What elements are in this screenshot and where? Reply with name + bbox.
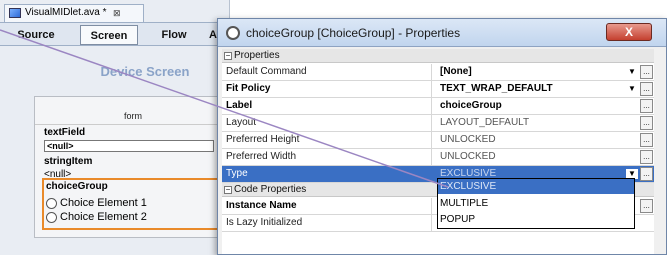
dialog-titlebar[interactable]: choiceGroup [ChoiceGroup] - Properties X <box>218 19 666 47</box>
choice-element-1[interactable]: Choice Element 1 <box>60 197 147 209</box>
property-value[interactable]: LAYOUT_DEFAULT <box>438 115 638 131</box>
property-name: Preferred Width <box>224 149 432 165</box>
property-name: Label <box>224 98 432 114</box>
chevron-down-icon[interactable]: ▼ <box>628 84 636 94</box>
dropdown-option-exclusive[interactable]: EXCLUSIVE <box>438 179 634 194</box>
property-row[interactable]: Layout LAYOUT_DEFAULT ... <box>222 115 654 132</box>
ellipsis-button[interactable]: ... <box>640 199 653 213</box>
property-value[interactable]: [None] <box>438 64 638 80</box>
document-tab[interactable]: VisualMIDlet.ava * ⊠ <box>4 4 144 22</box>
property-value[interactable]: UNLOCKED <box>438 149 638 165</box>
collapse-icon[interactable]: − <box>224 52 232 60</box>
ellipsis-button[interactable]: ... <box>640 65 653 79</box>
dropdown-option-popup[interactable]: POPUP <box>438 212 634 227</box>
property-name: Layout <box>224 115 432 131</box>
ellipsis-button[interactable]: ... <box>640 99 653 113</box>
text-field-label[interactable]: textField <box>44 127 85 138</box>
chevron-down-icon[interactable]: ▼ <box>628 67 636 77</box>
property-row[interactable]: Default Command [None] ▼ ... <box>222 64 654 81</box>
choice-group-icon <box>226 26 240 40</box>
screenshot-root: VisualMIDlet.ava * ⊠ Source Screen Flow … <box>0 0 667 255</box>
document-tab-title: VisualMIDlet.ava * <box>25 7 107 18</box>
string-item-label[interactable]: stringItem <box>44 156 92 167</box>
choice-group-label[interactable]: choiceGroup <box>46 181 108 192</box>
ellipsis-button[interactable]: ... <box>640 116 653 130</box>
form-header: form <box>35 111 231 125</box>
property-row[interactable]: Preferred Width UNLOCKED ... <box>222 149 654 166</box>
property-name: Fit Policy <box>224 81 432 97</box>
properties-section[interactable]: − Properties <box>222 49 654 63</box>
property-value[interactable]: TEXT_WRAP_DEFAULT <box>438 81 638 97</box>
tab-flow[interactable]: Flow <box>150 25 198 45</box>
property-name: Default Command <box>224 64 432 80</box>
radio-icon[interactable] <box>46 212 57 223</box>
collapse-icon[interactable]: − <box>224 186 232 194</box>
dropdown-option-multiple[interactable]: MULTIPLE <box>438 196 634 211</box>
ellipsis-button[interactable]: ... <box>640 150 653 164</box>
visual-editor: VisualMIDlet.ava * ⊠ Source Screen Flow … <box>0 0 231 255</box>
type-dropdown-list[interactable]: EXCLUSIVE MULTIPLE POPUP <box>437 178 635 229</box>
choice-element-2[interactable]: Choice Element 2 <box>60 211 147 223</box>
text-field-value[interactable]: <null> <box>44 140 214 152</box>
ellipsis-button[interactable]: ... <box>640 82 653 96</box>
editor-tab-bar: Source Screen Flow A <box>0 22 230 46</box>
property-row[interactable]: Preferred Height UNLOCKED ... <box>222 132 654 149</box>
code-properties-label: Code Properties <box>234 184 307 195</box>
property-row[interactable]: Label choiceGroup ... <box>222 98 654 115</box>
radio-icon[interactable] <box>46 198 57 209</box>
midlet-file-icon <box>9 8 21 18</box>
ellipsis-button[interactable]: ... <box>640 167 653 181</box>
property-name: Preferred Height <box>224 132 432 148</box>
property-value[interactable]: choiceGroup <box>438 98 638 114</box>
property-name: Instance Name <box>224 198 432 214</box>
tab-source[interactable]: Source <box>6 25 66 45</box>
tab-screen[interactable]: Screen <box>80 25 138 45</box>
property-value[interactable]: UNLOCKED <box>438 132 638 148</box>
dialog-title: choiceGroup [ChoiceGroup] - Properties <box>246 26 461 40</box>
close-button[interactable]: X <box>606 23 652 41</box>
device-screen-title: Device Screen <box>100 64 190 79</box>
close-tab-icon[interactable]: ⊠ <box>113 5 121 21</box>
property-name: Is Lazy Initialized <box>224 215 432 231</box>
property-name: Type <box>224 166 432 182</box>
property-row[interactable]: Fit Policy TEXT_WRAP_DEFAULT ▼ ... <box>222 81 654 98</box>
properties-section-label: Properties <box>234 50 280 61</box>
ellipsis-button[interactable]: ... <box>640 133 653 147</box>
